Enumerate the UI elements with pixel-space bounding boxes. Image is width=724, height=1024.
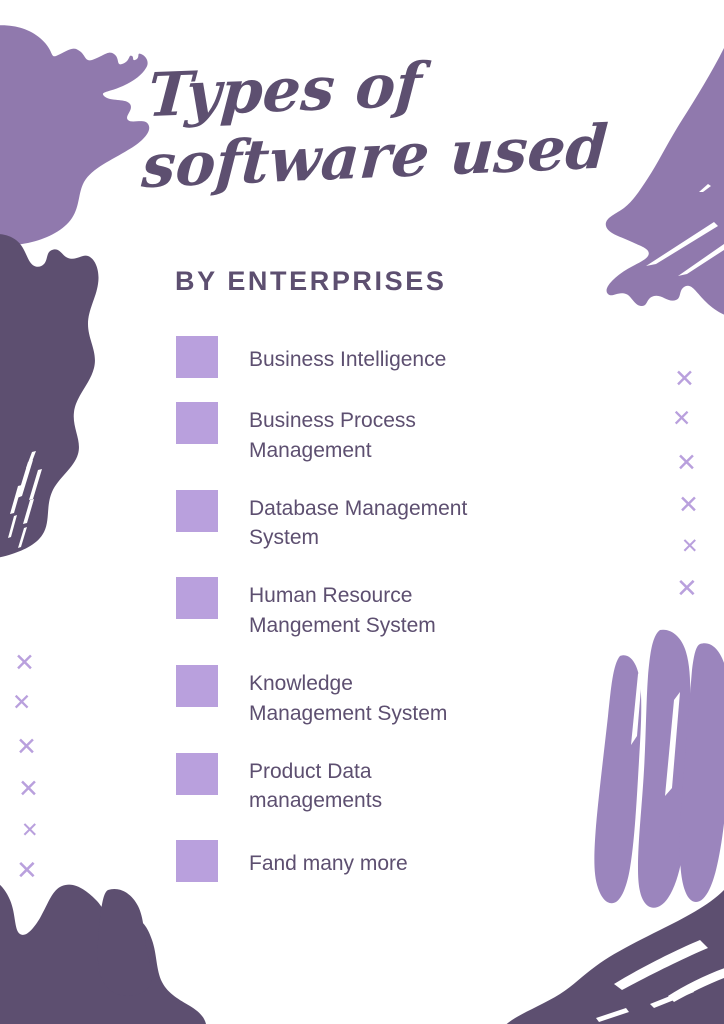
bullet-square-icon bbox=[176, 336, 218, 378]
list-item: Database Management System bbox=[176, 489, 576, 554]
bullet-square-icon bbox=[176, 577, 218, 620]
list-item-label: Human Resource Mangement System bbox=[249, 584, 436, 638]
page-subtitle: BY ENTERPRISES bbox=[175, 266, 447, 296]
list-item: Human Resource Mangement System bbox=[176, 577, 576, 641]
title-line-2: software used bbox=[139, 112, 610, 203]
list-item-label: Knowledge Management System bbox=[249, 671, 448, 725]
list-item: Business Process Management bbox=[176, 402, 576, 466]
bullet-square-icon bbox=[176, 752, 218, 795]
list-item: Knowledge Management System bbox=[176, 664, 576, 729]
list-item: Business Intelligence bbox=[176, 336, 576, 378]
bullet-square-icon bbox=[176, 489, 218, 532]
page-title: Types of software used bbox=[139, 50, 610, 203]
bullet-square-icon bbox=[176, 402, 218, 444]
software-types-list: Business Intelligence Business Process M… bbox=[176, 336, 576, 883]
content-area: Types of software used BY ENTERPRISES Bu… bbox=[0, 0, 724, 1024]
list-item-label: Fand many more bbox=[249, 852, 408, 876]
title-line-1: Types of bbox=[145, 50, 424, 132]
list-item-label: Database Management System bbox=[249, 496, 468, 550]
list-item: Fand many more bbox=[176, 840, 576, 883]
bullet-square-icon bbox=[176, 664, 218, 707]
list-item: Product Data managements bbox=[176, 752, 576, 817]
list-item-label: Business Process Management bbox=[249, 409, 416, 462]
list-item-label: Product Data managements bbox=[249, 759, 383, 813]
bullet-square-icon bbox=[176, 840, 218, 883]
poster-canvas: ✕ ✕ ✕ ✕ ✕ ✕ ✕ ✕ ✕ ✕ ✕ ✕ Types of softwar… bbox=[0, 0, 724, 1024]
list-item-label: Business Intelligence bbox=[249, 348, 447, 371]
